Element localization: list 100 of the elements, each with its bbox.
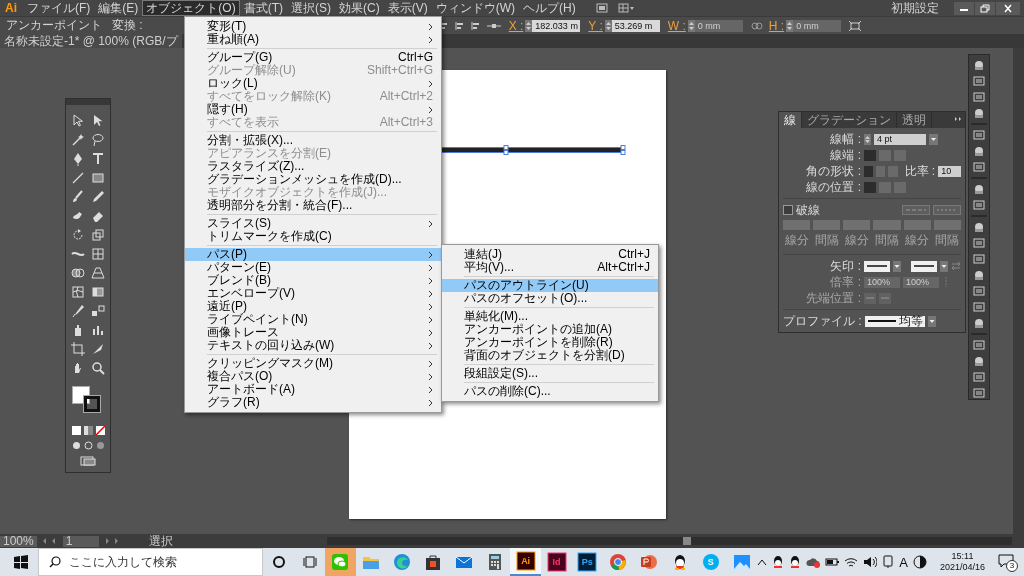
panel-tab[interactable]: 線 bbox=[779, 112, 802, 128]
shape-builder-icon[interactable] bbox=[70, 265, 86, 281]
perspective-grid-icon[interactable] bbox=[90, 265, 106, 281]
link-icon[interactable] bbox=[750, 20, 763, 31]
menu-item[interactable]: パスの削除(C)... bbox=[442, 385, 658, 398]
penguin-icon[interactable] bbox=[789, 555, 802, 569]
menu-item[interactable]: グラデーションメッシュを作成(D)... bbox=[185, 173, 441, 186]
rotate-icon[interactable] bbox=[70, 227, 86, 243]
draw-inside-icon[interactable] bbox=[95, 441, 105, 450]
caret-icon[interactable] bbox=[927, 315, 936, 327]
menu-item[interactable]: アンカーポイントを削除(R) bbox=[442, 336, 658, 349]
menu-item[interactable]: 編集(E) bbox=[94, 0, 143, 16]
task-view-icon[interactable] bbox=[302, 555, 317, 569]
zoom-dropdown[interactable]: 100% bbox=[0, 535, 37, 547]
vertical-scrollbar[interactable] bbox=[1013, 48, 1024, 534]
menu-item[interactable]: 書式(T) bbox=[239, 0, 287, 16]
pencil-icon[interactable] bbox=[90, 189, 106, 205]
taskbar-app-button[interactable]: Ai bbox=[510, 548, 542, 576]
menu-item[interactable]: 分割・拡張(X)... bbox=[185, 134, 441, 147]
scale-icon[interactable] bbox=[90, 227, 106, 243]
coordinate-field[interactable]: 182.033 m bbox=[532, 19, 581, 32]
menu-item[interactable]: パスのオフセット(O)... bbox=[442, 292, 658, 305]
windows-logo-icon[interactable] bbox=[14, 555, 28, 569]
rectangle-icon[interactable] bbox=[90, 170, 106, 186]
miter-limit-field[interactable]: 10 bbox=[938, 165, 961, 177]
eyedropper-icon[interactable] bbox=[70, 303, 86, 319]
spinner-icon[interactable] bbox=[525, 19, 533, 32]
search-field[interactable]: ここに入力して検索 bbox=[69, 555, 249, 569]
spinner-icon[interactable] bbox=[604, 19, 612, 32]
layout-icon[interactable] bbox=[617, 2, 634, 14]
arrowhead-dropdown[interactable] bbox=[864, 260, 890, 272]
line-segment-icon[interactable] bbox=[70, 170, 86, 186]
selection-arrow-icon[interactable] bbox=[70, 113, 86, 129]
search-box[interactable]: ここに入力して検索 bbox=[38, 548, 264, 576]
coordinate-field[interactable]: 53.269 m bbox=[611, 19, 660, 32]
input-method-indicator[interactable]: A bbox=[899, 554, 908, 570]
menu-item[interactable]: グループ(G) Ctrl+G bbox=[185, 51, 441, 64]
caret-icon[interactable] bbox=[940, 260, 948, 272]
menu-item[interactable]: 遠近(P) bbox=[185, 300, 441, 313]
menu-item[interactable]: オブジェクト(O) bbox=[142, 0, 240, 16]
menu-item[interactable]: エンベロープ(V) bbox=[185, 287, 441, 300]
spinner-icon[interactable] bbox=[687, 19, 695, 32]
menu-item[interactable]: パスのアウトライン(U) bbox=[442, 279, 658, 292]
menu-item[interactable]: 表示(V) bbox=[383, 0, 432, 16]
menu-item[interactable]: ヘルプ(H) bbox=[519, 0, 580, 16]
arrowhead-dropdown[interactable] bbox=[911, 260, 937, 272]
menu-item[interactable]: 連結(J) Ctrl+J bbox=[442, 248, 658, 261]
menu-item[interactable]: パス(P) bbox=[185, 248, 441, 261]
caret-icon[interactable] bbox=[929, 133, 938, 145]
align-center-icon[interactable] bbox=[454, 20, 465, 31]
menu-item[interactable]: 選択(S) bbox=[287, 0, 335, 16]
mesh-icon[interactable] bbox=[70, 284, 86, 300]
align-right-icon[interactable] bbox=[470, 20, 481, 31]
clock[interactable]: 15:11 2021/04/16 bbox=[939, 551, 985, 573]
width-profile-dropdown[interactable]: 均等 bbox=[864, 315, 925, 327]
lasso-icon[interactable] bbox=[90, 132, 106, 148]
taskbar-app-button[interactable]: Ps bbox=[571, 548, 603, 576]
dash-field[interactable] bbox=[933, 220, 961, 230]
warp-icon[interactable] bbox=[90, 246, 106, 262]
spinner-icon[interactable] bbox=[786, 19, 794, 32]
menu-item[interactable]: スライス(S) bbox=[185, 217, 441, 230]
menu-item[interactable]: ブレンド(B) bbox=[185, 274, 441, 287]
menu-item[interactable]: 効果(C) bbox=[335, 0, 384, 16]
menu-item[interactable]: ライブペイント(N) bbox=[185, 313, 441, 326]
artboard-icon[interactable] bbox=[70, 341, 86, 357]
document-tab[interactable]: 名称未設定-1* @ 100% (RGB/プ bbox=[0, 34, 182, 48]
taskbar-app-button[interactable]: Id bbox=[541, 548, 572, 576]
speaker-icon[interactable] bbox=[863, 556, 878, 568]
dash-field[interactable] bbox=[903, 220, 931, 230]
color-mode-icon[interactable] bbox=[71, 426, 81, 435]
stroke-weight-field[interactable]: 4 pt bbox=[874, 133, 926, 145]
dash-field[interactable] bbox=[783, 220, 811, 230]
menu-item[interactable]: 透明部分を分割・統合(F)... bbox=[185, 199, 441, 212]
spinner-icon[interactable] bbox=[864, 133, 871, 145]
bridge-icon[interactable] bbox=[595, 2, 608, 14]
half-circle-icon[interactable] bbox=[912, 555, 927, 569]
menu-item[interactable]: 平均(V)... Alt+Ctrl+J bbox=[442, 261, 658, 274]
cortana-icon[interactable] bbox=[271, 555, 286, 569]
menu-item[interactable]: ラスタライズ(Z)... bbox=[185, 160, 441, 173]
menu-item[interactable]: ウィンドウ(W) bbox=[431, 0, 519, 16]
workspace-switcher[interactable]: 初期設定 bbox=[891, 0, 939, 17]
panel-icon[interactable] bbox=[972, 59, 986, 71]
screen-mode-icon[interactable] bbox=[80, 456, 96, 466]
dash-field[interactable] bbox=[813, 220, 841, 230]
menu-item[interactable]: テキストの回り込み(W) bbox=[185, 339, 441, 352]
horizontal-scrollbar[interactable] bbox=[326, 537, 1012, 545]
cloud-error-icon[interactable] bbox=[806, 556, 821, 568]
panel-tab[interactable]: 透明 bbox=[897, 112, 932, 128]
menu-item[interactable]: 複合パス(O) bbox=[185, 370, 441, 383]
draw-behind-icon[interactable] bbox=[83, 441, 93, 450]
wifi-icon[interactable] bbox=[844, 556, 859, 568]
menu-item[interactable]: パターン(E) bbox=[185, 261, 441, 274]
menu-item[interactable]: クリッピングマスク(M) bbox=[185, 357, 441, 370]
dashed-checkbox[interactable] bbox=[783, 205, 793, 215]
dash-field[interactable] bbox=[873, 220, 901, 230]
menu-item[interactable]: ファイル(F) bbox=[23, 0, 95, 16]
chevron-up-icon[interactable] bbox=[757, 558, 768, 566]
magic-wand-icon[interactable] bbox=[70, 132, 86, 148]
gradient-mode-icon[interactable] bbox=[83, 426, 93, 435]
menu-item[interactable]: 段組設定(S)... bbox=[442, 367, 658, 380]
